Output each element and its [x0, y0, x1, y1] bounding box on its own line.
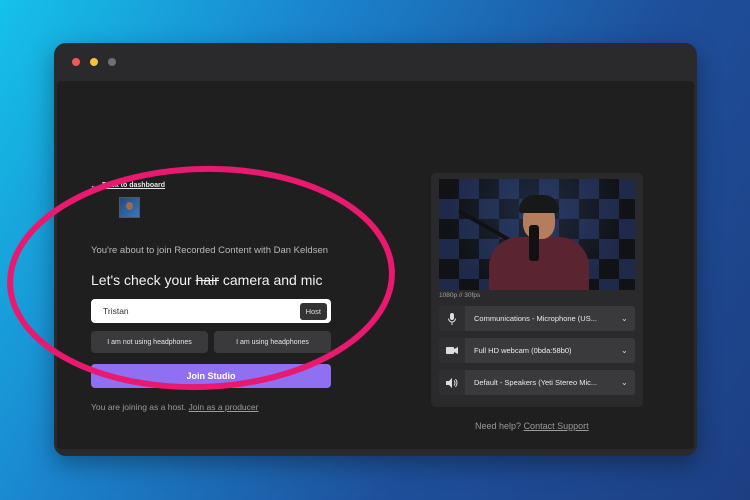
camera-icon: [439, 338, 465, 363]
headline-suffix: camera and mic: [218, 272, 323, 288]
maximize-window-button[interactable]: [108, 58, 116, 66]
arrow-left-icon: ←: [90, 181, 98, 190]
headline-prefix: Let's check your: [91, 272, 196, 288]
speaker-icon: [439, 370, 465, 395]
minimize-window-button[interactable]: [90, 58, 98, 66]
need-help-label: Need help?: [475, 421, 522, 431]
using-headphones-button[interactable]: I am using headphones: [214, 331, 331, 353]
microphone-icon: [439, 306, 465, 331]
speaker-select-label: Default - Speakers (Yeti Stereo Mic...: [474, 378, 598, 387]
host-avatar: [119, 197, 140, 218]
camera-select-label: Full HD webcam (0bda:58b0): [474, 346, 572, 355]
device-preview-panel: 1080p // 30fps Communications - Micropho…: [431, 173, 643, 407]
join-studio-button[interactable]: Join Studio: [91, 364, 331, 388]
chevron-down-icon: ⌄: [621, 346, 628, 355]
resolution-label: 1080p // 30fps: [439, 292, 481, 299]
back-to-dashboard-link[interactable]: ← Back to dashboard: [90, 181, 165, 190]
contact-support-link[interactable]: Contact Support: [524, 421, 589, 431]
not-using-headphones-button[interactable]: I am not using headphones: [91, 331, 208, 353]
join-as-producer-link[interactable]: Join as a producer: [189, 402, 259, 412]
display-name-input[interactable]: [101, 305, 300, 317]
close-window-button[interactable]: [72, 58, 80, 66]
speaker-select[interactable]: Default - Speakers (Yeti Stereo Mic... ⌄: [439, 370, 635, 395]
joining-as-host-label: You are joining as a host.: [91, 402, 187, 412]
studio-lobby: ← Back to dashboard You're about to join…: [57, 81, 694, 449]
camera-select[interactable]: Full HD webcam (0bda:58b0) ⌄: [439, 338, 635, 363]
name-field[interactable]: Host: [91, 299, 331, 323]
back-label: Back to dashboard: [102, 182, 166, 189]
headline-strike: hair: [195, 272, 219, 288]
title-bar: [54, 43, 697, 81]
help-text: Need help? Contact Support: [475, 421, 589, 431]
role-badge: Host: [299, 302, 327, 320]
microphone-select-label: Communications - Microphone (US...: [474, 314, 597, 323]
app-window: ← Back to dashboard You're about to join…: [54, 43, 697, 456]
join-intro-text: You're about to join Recorded Content wi…: [91, 245, 329, 256]
chevron-down-icon: ⌄: [621, 378, 628, 387]
camera-preview: [439, 179, 635, 290]
page-title: Let's check your hair camera and mic: [91, 272, 322, 288]
chevron-down-icon: ⌄: [621, 314, 628, 323]
joining-as-text: You are joining as a host. Join as a pro…: [91, 402, 258, 412]
microphone-select[interactable]: Communications - Microphone (US... ⌄: [439, 306, 635, 331]
